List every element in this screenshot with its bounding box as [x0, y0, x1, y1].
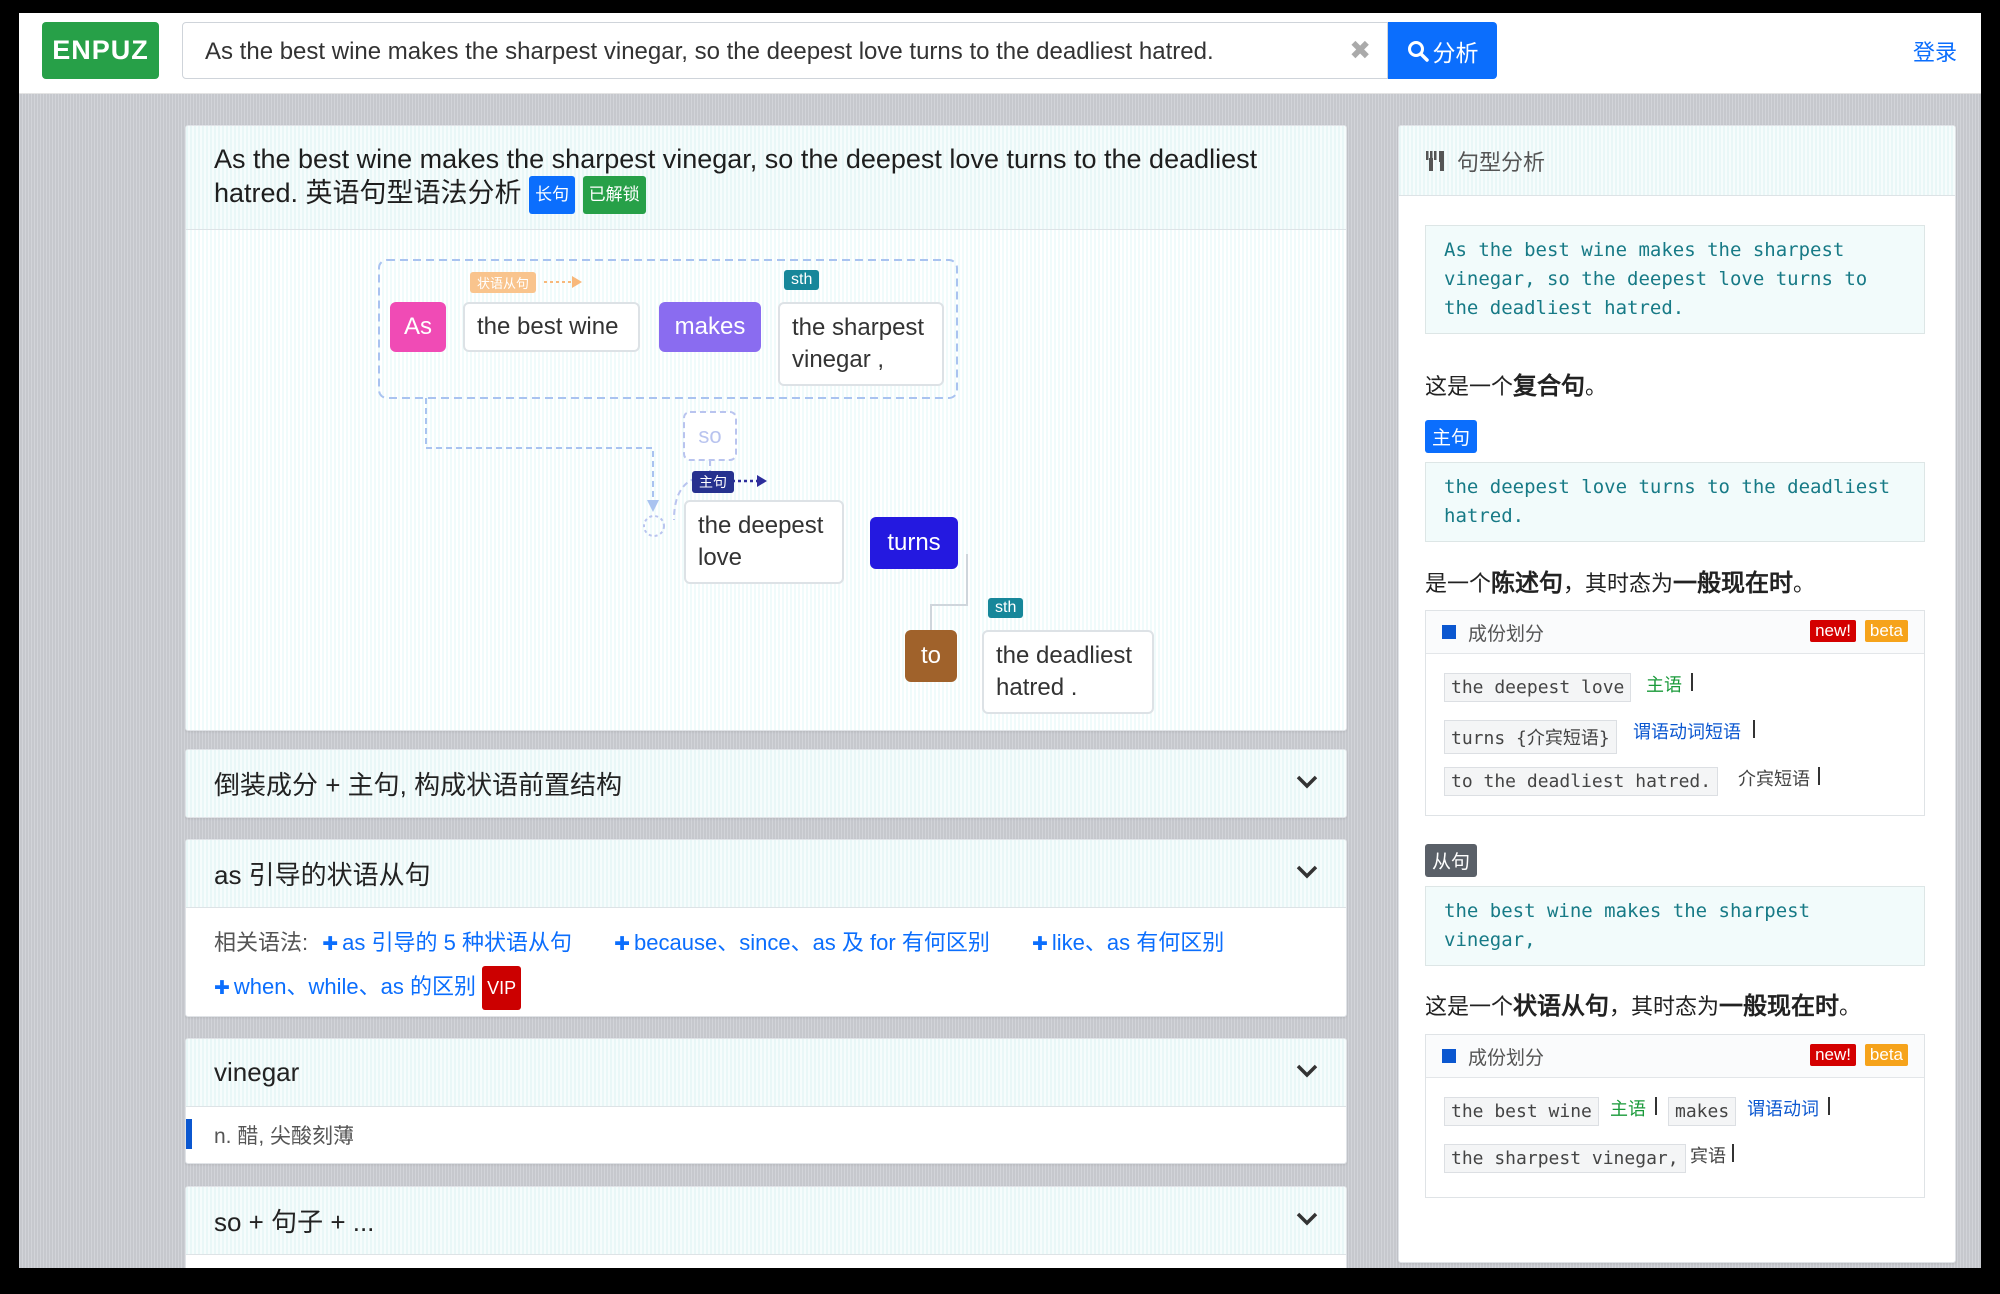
analysis-card-header: As the best wine makes the sharpest vine…	[186, 126, 1346, 230]
sentence-diagram: 状语从句 sth 主句 sth As the best wine makes t…	[186, 230, 1346, 730]
login-link[interactable]: 登录	[1913, 35, 1957, 67]
related-link[interactable]: because、since、as 及 for 有何区别	[634, 930, 990, 955]
browser-frame: ENPUZ ✖ 分析 登录 As the best wine makes the…	[19, 13, 1981, 1268]
sentence-code-block: As the best wine makes the sharpest vine…	[1425, 225, 1925, 334]
node-the-sharpest-vinegar[interactable]: the sharpest vinegar ,	[778, 302, 944, 386]
main-clause-desc: 是一个陈述句，其时态为一般现在时。	[1425, 570, 1816, 597]
puzzle-icon: ✚	[614, 934, 631, 955]
related-link[interactable]: when、while、as 的区别	[234, 974, 476, 999]
section-title: so + 句子 + ...	[214, 1207, 375, 1237]
component-chip[interactable]: the sharpest vinegar,	[1444, 1144, 1686, 1173]
unlocked-badge: 已解锁	[582, 175, 646, 214]
component-role: 谓语动词	[1747, 1099, 1819, 1119]
search-icon	[1407, 40, 1429, 62]
square-icon	[1442, 625, 1456, 639]
node-so[interactable]: so	[684, 414, 736, 458]
component-chip[interactable]: the best wine	[1444, 1097, 1599, 1126]
long-sentence-badge: 长句	[529, 175, 576, 214]
node-the-deepest-love[interactable]: the deepest love	[684, 500, 844, 584]
component-chip[interactable]: turns {介宾短语}	[1444, 720, 1617, 754]
component-role: 谓语动词短语	[1633, 722, 1741, 742]
related-link[interactable]: like、as 有何区别	[1052, 930, 1224, 955]
logo[interactable]: ENPUZ	[42, 22, 159, 79]
node-to[interactable]: to	[905, 630, 957, 682]
section-vinegar: vinegar n. 醋, 尖酸刻薄	[185, 1038, 1347, 1164]
puzzle-icon: ✚	[322, 934, 339, 955]
top-navbar: ENPUZ ✖ 分析 登录	[19, 13, 1981, 94]
vip-badge: VIP	[482, 966, 522, 1011]
component-chip[interactable]: the deepest love	[1444, 673, 1632, 702]
page-title: As the best wine makes the sharpest vine…	[214, 142, 1294, 214]
sidebar-title: 句型分析	[1457, 149, 1546, 175]
section-so-sentence[interactable]: so + 句子 + ...	[185, 1186, 1347, 1268]
sidebar-header: 句型分析	[1399, 126, 1955, 196]
node-as[interactable]: As	[390, 302, 446, 352]
clear-icon[interactable]: ✖	[1349, 35, 1371, 66]
component-role: 介宾短语	[1738, 769, 1810, 789]
chevron-down-icon[interactable]	[1296, 1209, 1318, 1232]
component-role: 宾语	[1690, 1146, 1726, 1166]
accent-bar	[186, 1119, 192, 1149]
related-grammar: 相关语法: ✚ as 引导的 5 种状语从句 ✚ because、since、as …	[186, 908, 1346, 1016]
main-components-card: 成份划分 new! beta the deepest love 主语 turns…	[1425, 610, 1925, 816]
beta-badge: beta	[1864, 620, 1908, 642]
component-chip[interactable]: to the deadliest hatred.	[1444, 767, 1719, 796]
subordinate-clause-badge: 从句	[1425, 844, 1478, 877]
diagram-connectors	[378, 259, 968, 630]
beta-badge: beta	[1864, 1044, 1908, 1066]
subordinate-clause-code-block: the best wine makes the sharpest vinegar…	[1425, 886, 1925, 966]
component-role: 主语	[1646, 675, 1682, 695]
new-badge: new!	[1810, 1044, 1856, 1066]
subordinate-components-card: 成份划分 new! beta the best wine 主语 makes 谓语…	[1425, 1034, 1925, 1198]
main-clause-code-block: the deepest love turns to the deadliest …	[1425, 462, 1925, 542]
analyze-label: 分析	[1432, 39, 1479, 66]
chevron-down-icon[interactable]	[1296, 772, 1318, 795]
node-the-best-wine[interactable]: the best wine	[463, 302, 640, 352]
component-role: 主语	[1610, 1099, 1646, 1119]
chevron-down-icon[interactable]	[1296, 1061, 1318, 1084]
analyze-button[interactable]: 分析	[1388, 22, 1497, 79]
node-the-deadliest-hatred[interactable]: the deadliest hatred .	[982, 630, 1154, 714]
node-makes[interactable]: makes	[659, 302, 761, 352]
sentence-analysis-sidebar: 句型分析 As the best wine makes the sharpest…	[1398, 125, 1956, 1263]
main-clause-badge: 主句	[1425, 420, 1478, 453]
square-icon	[1442, 1049, 1456, 1063]
puzzle-icon: ✚	[1031, 934, 1048, 955]
search-input[interactable]	[203, 23, 1307, 80]
search-field[interactable]: ✖	[182, 22, 1388, 80]
component-chip[interactable]: makes	[1668, 1097, 1737, 1126]
definition-text: n. 醋, 尖酸刻薄	[214, 1125, 355, 1148]
section-inversion[interactable]: 倒装成分 + 主句, 构成状语前置结构	[185, 749, 1347, 818]
sentence-summary: 这是一个复合句。	[1425, 373, 1608, 400]
related-label: 相关语法:	[214, 930, 309, 955]
related-link[interactable]: as 引导的 5 种状语从句	[342, 930, 572, 955]
section-title: 倒装成分 + 主句, 构成状语前置结构	[214, 770, 623, 800]
new-badge: new!	[1810, 620, 1856, 642]
main-clause-tag: 主句	[692, 471, 734, 493]
adverbial-clause-tag: 状语从句	[470, 272, 537, 293]
analysis-card: As the best wine makes the sharpest vine…	[185, 125, 1347, 731]
section-title: vinegar	[214, 1057, 300, 1087]
definition-row: n. 醋, 尖酸刻薄	[186, 1107, 1346, 1163]
components-header: 成份划分 new! beta	[1426, 611, 1924, 654]
sth-tag: sth	[784, 270, 820, 290]
subordinate-clause-desc: 这是一个状语从句，其时态为一般现在时。	[1425, 993, 1862, 1020]
node-turns[interactable]: turns	[870, 517, 958, 569]
chevron-down-icon[interactable]	[1296, 862, 1318, 885]
puzzle-icon: ✚	[214, 978, 230, 999]
components-header: 成份划分 new! beta	[1426, 1035, 1924, 1078]
utensils-icon	[1426, 150, 1444, 171]
section-title: as 引导的状语从句	[214, 860, 431, 890]
sth-tag: sth	[988, 598, 1024, 618]
section-as-clause: as 引导的状语从句 相关语法: ✚ as 引导的 5 种状语从句 ✚ becaus…	[185, 839, 1347, 1017]
